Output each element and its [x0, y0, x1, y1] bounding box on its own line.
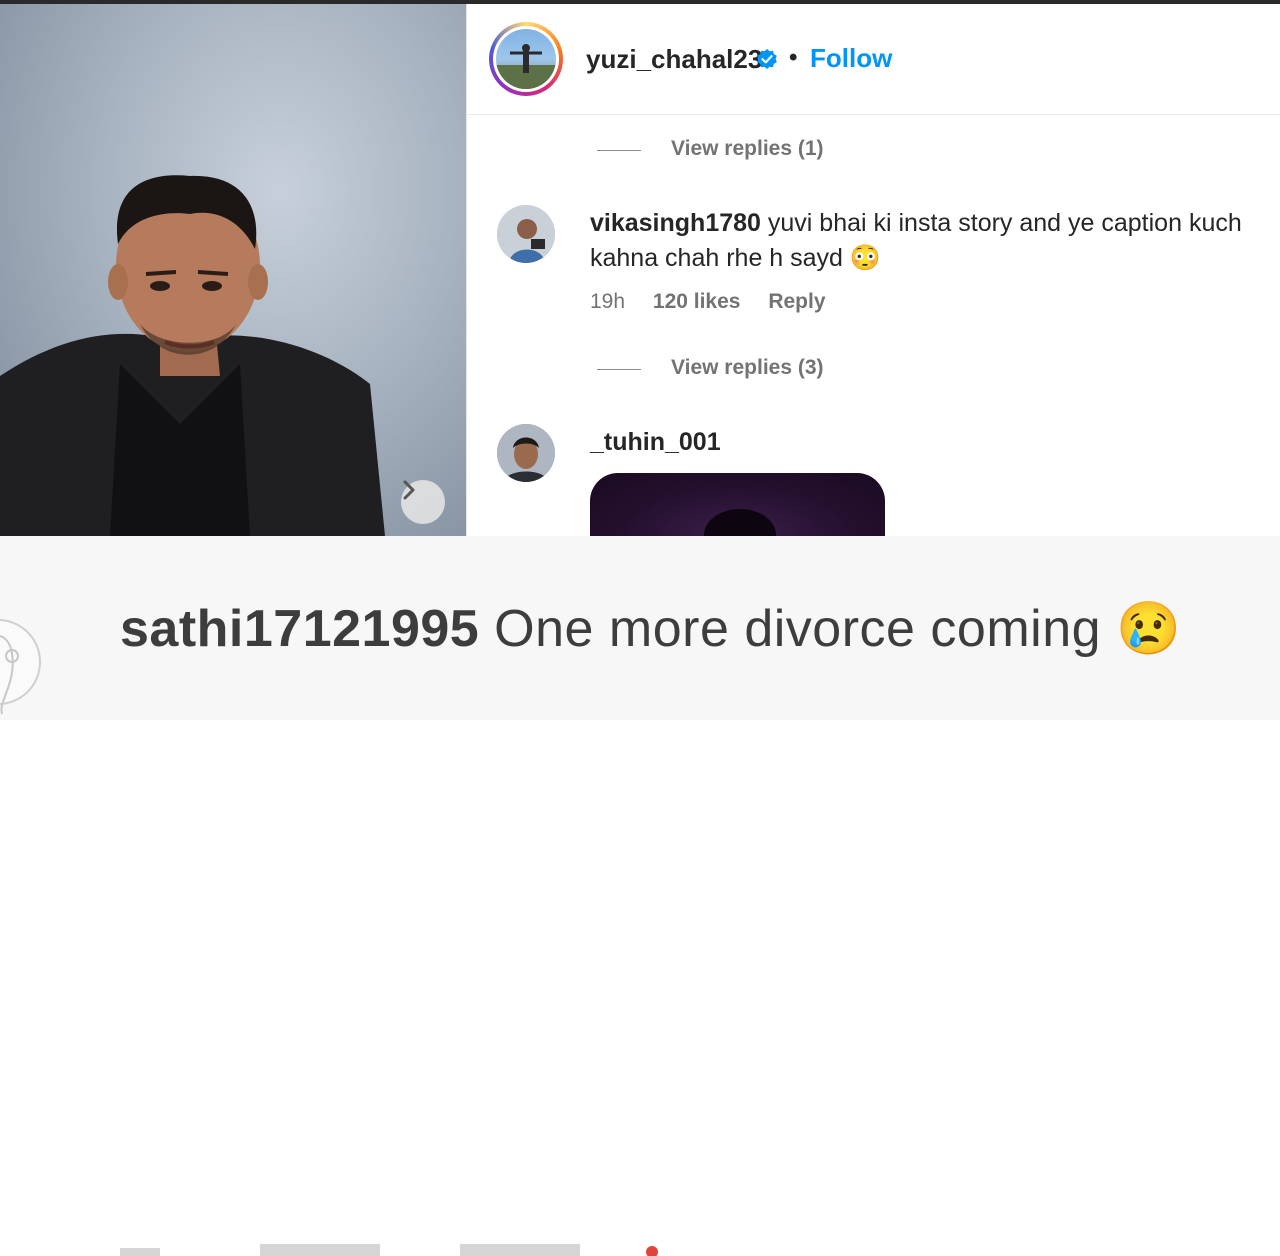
comment-text: vikasingh1780 yuvi bhai ki insta story a…	[590, 206, 1270, 276]
verified-badge-icon	[757, 49, 777, 69]
separator-dot: •	[789, 44, 798, 71]
commenter-avatar[interactable]	[497, 424, 555, 482]
post-header: yuzi_chahal23 • Follow	[467, 4, 1280, 115]
comments-panel: yuzi_chahal23 • Follow View replies (1) …	[466, 4, 1280, 536]
avatar-image	[497, 205, 555, 263]
comment-image[interactable]	[590, 473, 885, 536]
view-replies-button[interactable]: View replies (3)	[671, 356, 824, 380]
profile-avatar[interactable]	[489, 22, 563, 96]
follow-button[interactable]: Follow	[810, 43, 892, 74]
commenter-avatar[interactable]	[497, 205, 555, 263]
reply-button[interactable]: Reply	[768, 290, 825, 313]
image-preview	[704, 509, 776, 536]
comment-meta: 19h 120 likes Reply	[590, 290, 848, 314]
zoomed-comment-body: One more divorce coming 😢	[479, 600, 1182, 658]
avatar-image	[497, 424, 555, 482]
chevron-right-icon	[403, 480, 415, 500]
replies-divider	[597, 150, 641, 151]
comment-username[interactable]: _tuhin_001	[590, 428, 721, 457]
view-replies-button[interactable]: View replies (1)	[671, 137, 824, 161]
post-photo	[0, 4, 466, 536]
post-username[interactable]: yuzi_chahal23	[586, 44, 762, 75]
zoomed-avatar	[0, 619, 41, 715]
comment-username[interactable]: vikasingh1780	[590, 209, 761, 237]
comment-likes[interactable]: 120 likes	[653, 290, 741, 313]
next-photo-button[interactable]	[401, 480, 445, 524]
zoomed-meta-row	[120, 1244, 658, 1256]
replies-divider	[597, 369, 641, 370]
zoomed-username: sathi17121995	[120, 600, 480, 658]
avatar-image	[496, 44, 556, 89]
zoomed-comment-text: sathi17121995 One more divorce coming 😢	[120, 598, 1181, 659]
person-illustration	[0, 175, 385, 536]
comment-time: 19h	[590, 290, 626, 313]
